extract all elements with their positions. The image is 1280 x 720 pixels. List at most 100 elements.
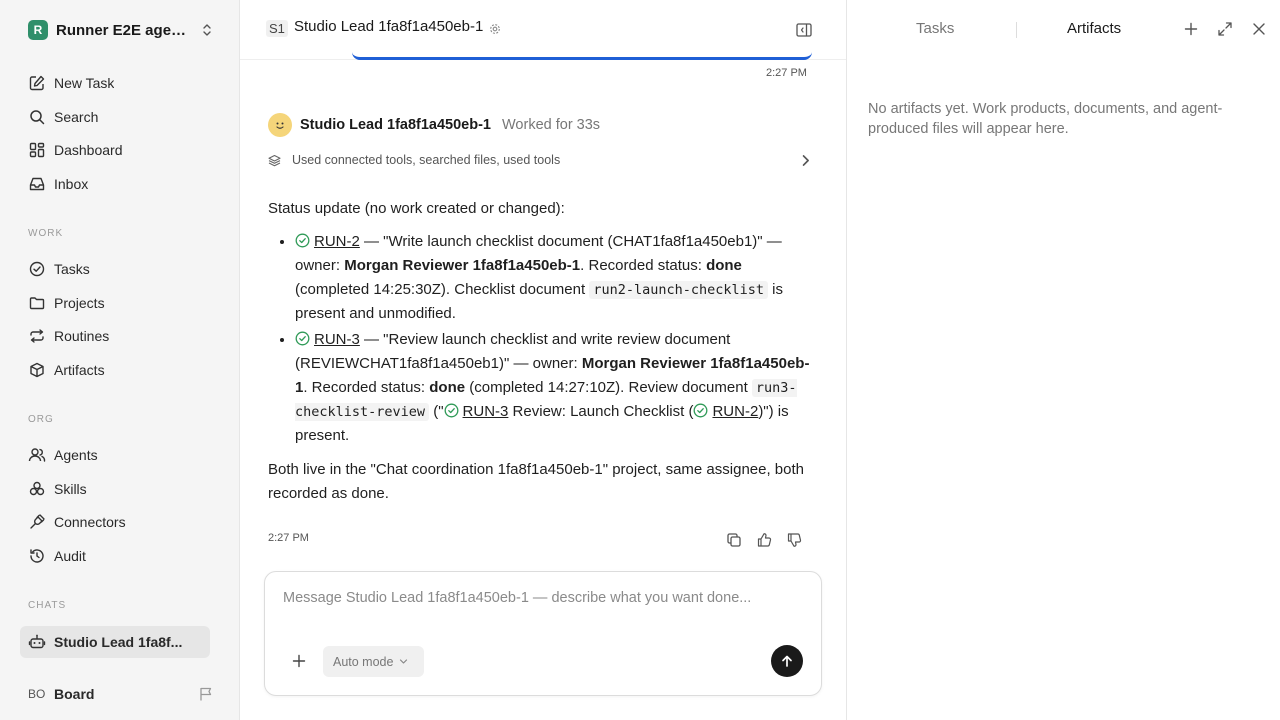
nav-label: Artifacts: [54, 362, 105, 378]
chat-item-studio-lead[interactable]: Studio Lead 1fa8f...: [20, 626, 210, 658]
text-span: . Recorded status:: [303, 379, 430, 396]
session-badge: S1: [266, 20, 288, 37]
nav-label: New Task: [54, 75, 115, 91]
arrow-up-icon: [782, 655, 792, 667]
nav-projects[interactable]: Projects: [20, 288, 210, 318]
history-icon: [30, 549, 44, 563]
text-span: (completed 14:27:10Z). Review document: [465, 379, 752, 396]
plug-icon: [30, 514, 45, 529]
copy-icon[interactable]: [726, 532, 742, 548]
sidebar: R Runner E2E agen... New Task Search Das…: [0, 0, 240, 720]
text-span: Review: Launch Checklist (: [508, 403, 694, 420]
status-value: done: [706, 257, 742, 274]
list-item: RUN-3 — "Review launch checklist and wri…: [295, 328, 812, 448]
check-circle-icon: [295, 331, 310, 346]
expand-icon[interactable]: [1217, 21, 1233, 37]
tab-tasks[interactable]: Tasks: [916, 20, 954, 37]
text-span: (completed 14:25:30Z). Checklist documen…: [295, 281, 590, 298]
task-link-run-3[interactable]: RUN-3: [314, 331, 360, 348]
chat-main: S1 Studio Lead 1fa8f1a450eb-1 2:27 PM St…: [240, 0, 846, 720]
send-button[interactable]: [771, 645, 803, 677]
chevron-down-icon: [400, 659, 408, 664]
nav-dashboard[interactable]: Dashboard: [20, 135, 210, 165]
close-icon[interactable]: [1251, 21, 1267, 37]
task-link-run-3[interactable]: RUN-3: [463, 403, 509, 420]
page-title: Studio Lead 1fa8f1a450eb-1: [294, 18, 484, 35]
document-slug: run2-launch-checklist: [589, 281, 768, 299]
mode-select-button[interactable]: Auto mode: [323, 646, 424, 677]
nav-label: Routines: [54, 328, 110, 344]
avatar: BO: [28, 687, 46, 701]
message-timestamp: 2:27 PM: [766, 67, 807, 79]
nav-tasks[interactable]: Tasks: [20, 254, 210, 284]
status-value: done: [429, 379, 466, 396]
nav-inbox[interactable]: Inbox: [20, 169, 210, 199]
chevron-up-down-icon: [203, 24, 211, 36]
list-item: RUN-2 — "Write launch checklist document…: [295, 230, 812, 326]
nav-routines[interactable]: Routines: [20, 321, 210, 351]
agent-header: Studio Lead 1fa8f1a450eb-1 Worked for 33…: [268, 112, 600, 138]
smiley-face-icon: [276, 122, 284, 129]
nav-audit[interactable]: Audit: [20, 541, 210, 571]
users-icon: [28, 448, 46, 462]
nav-skills[interactable]: Skills: [20, 474, 210, 504]
box-icon: [30, 362, 44, 378]
agent-avatar: [268, 113, 292, 137]
chat-header: S1 Studio Lead 1fa8f1a450eb-1: [240, 0, 846, 60]
nav-agents[interactable]: Agents: [20, 440, 210, 470]
agent-message-body: Status update (no work created or change…: [268, 197, 812, 506]
nav-label: Dashboard: [54, 142, 123, 158]
nav-label: Connectors: [54, 514, 126, 530]
task-link-run-2[interactable]: RUN-2: [314, 233, 360, 250]
nav-artifacts[interactable]: Artifacts: [20, 355, 210, 385]
chevron-right-icon: [802, 155, 809, 166]
message-composer: Auto mode: [264, 571, 822, 696]
gear-icon[interactable]: [489, 23, 501, 35]
message-input[interactable]: [283, 590, 803, 620]
owner-name: Morgan Reviewer 1fa8f1a450eb-1: [344, 257, 581, 274]
agent-name: Studio Lead 1fa8f1a450eb-1: [300, 117, 491, 133]
tab-divider: [1016, 22, 1017, 38]
text-span: (": [429, 403, 444, 420]
nav-connectors[interactable]: Connectors: [20, 507, 210, 537]
plus-icon[interactable]: [1183, 21, 1199, 37]
board-label: Board: [54, 686, 95, 702]
task-link-run-2[interactable]: RUN-2: [712, 403, 758, 420]
status-list: RUN-2 — "Write launch checklist document…: [295, 230, 812, 448]
mode-label: Auto mode: [333, 654, 394, 669]
nav-label: Skills: [54, 481, 87, 497]
message-timestamp: 2:27 PM: [268, 532, 309, 544]
check-circle-icon: [694, 403, 708, 418]
nav-label: Agents: [54, 447, 98, 463]
thumbs-down-icon[interactable]: [786, 532, 802, 548]
check-circle-icon: [29, 261, 45, 277]
previous-message-bubble: [352, 52, 812, 60]
plus-icon[interactable]: [291, 653, 307, 669]
thumbs-up-icon[interactable]: [756, 532, 772, 548]
tools-summary-text: Used connected tools, searched files, us…: [292, 153, 561, 167]
message-intro: Status update (no work created or change…: [268, 200, 565, 217]
nav-label: Search: [54, 109, 99, 125]
nav-label: Tasks: [54, 261, 90, 277]
artifacts-empty-state: No artifacts yet. Work products, documen…: [868, 101, 1223, 137]
new-task-icon: [29, 75, 45, 91]
nav-label: Inbox: [54, 176, 89, 192]
folder-icon: [29, 297, 45, 310]
text-span: . Recorded status:: [580, 257, 707, 274]
nav-search[interactable]: Search: [20, 102, 210, 132]
nav-label: Projects: [54, 295, 105, 311]
repeat-icon: [30, 329, 44, 343]
search-icon: [30, 110, 45, 125]
tool-usage-summary[interactable]: Used connected tools, searched files, us…: [268, 150, 812, 170]
nav-new-task[interactable]: New Task: [20, 68, 210, 98]
section-label-work: WORK: [28, 228, 64, 239]
board-user[interactable]: BO Board: [28, 683, 214, 705]
inbox-icon: [29, 177, 45, 191]
workspace-switcher[interactable]: R Runner E2E agen...: [28, 18, 214, 42]
workspace-name: Runner E2E agen...: [56, 21, 190, 39]
message-outro: Both live in the "Chat coordination 1fa8…: [268, 461, 804, 502]
tab-artifacts[interactable]: Artifacts: [1067, 20, 1121, 37]
flag-icon[interactable]: [198, 686, 214, 702]
panel-toggle-icon[interactable]: [795, 21, 813, 39]
layers-icon: [268, 154, 281, 166]
